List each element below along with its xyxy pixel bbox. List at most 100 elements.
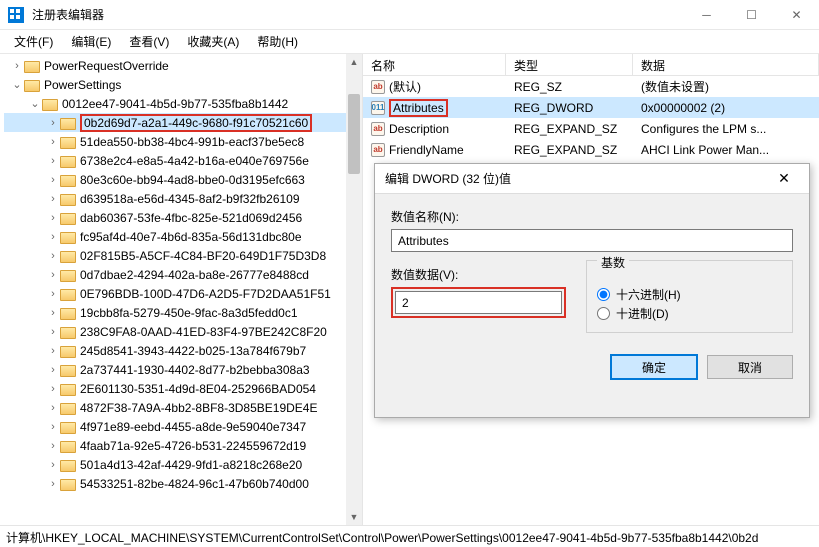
folder-icon	[60, 401, 76, 415]
expand-icon[interactable]: ›	[46, 174, 60, 186]
expand-icon[interactable]: ›	[46, 269, 60, 281]
tree-node[interactable]: ›0E796BDB-100D-47D6-A2D5-F7D2DAA51F51	[4, 284, 362, 303]
value-data: 0x00000002 (2)	[633, 101, 819, 115]
expand-icon[interactable]: ›	[46, 231, 60, 243]
close-button[interactable]: ✕	[774, 0, 819, 29]
node-label: 4872F38-7A9A-4bb2-8BF8-3D85BE19DE4E	[78, 401, 319, 415]
tree-node[interactable]: ›4faab71a-92e5-4726-b531-224559672d19	[4, 436, 362, 455]
col-data[interactable]: 数据	[633, 54, 819, 75]
expand-icon[interactable]: ›	[46, 440, 60, 452]
value-icon: 011	[371, 101, 385, 115]
folder-icon	[60, 154, 76, 168]
value-row[interactable]: abDescriptionREG_EXPAND_SZConfigures the…	[363, 118, 819, 139]
node-label: 80e3c60e-bb94-4ad8-bbe0-0d3195efc663	[78, 173, 307, 187]
tree-node[interactable]: › 0d7dbae2-4294-402a-ba8e-26777e8488cd	[4, 265, 362, 284]
radix-group: 基数 十六进制(H) 十进制(D)	[586, 260, 793, 333]
folder-icon	[60, 325, 76, 339]
tree-node[interactable]: ⌄0012ee47-9041-4b5d-9b77-535fba8b1442	[4, 94, 362, 113]
node-label: d639518a-e56d-4345-8af2-b9f32fb26109	[78, 192, 302, 206]
tree-node[interactable]: › 4f971e89-eebd-4455-a8de-9e59040e7347	[4, 417, 362, 436]
col-name[interactable]: 名称	[363, 54, 506, 75]
maximize-button[interactable]: ☐	[729, 0, 774, 29]
minimize-button[interactable]: ─	[684, 0, 729, 29]
tree-node[interactable]: › 80e3c60e-bb94-4ad8-bbe0-0d3195efc663	[4, 170, 362, 189]
value-row[interactable]: 011AttributesREG_DWORD0x00000002 (2)	[363, 97, 819, 118]
value-row[interactable]: ab(默认)REG_SZ(数值未设置)	[363, 76, 819, 97]
radix-hex-option[interactable]: 十六进制(H)	[597, 286, 782, 303]
tree-node[interactable]: ›6738e2c4-e8a5-4a42-b16a-e040e769756e	[4, 151, 362, 170]
expand-icon[interactable]: ›	[46, 288, 60, 300]
dialog-close-button[interactable]: ✕	[769, 170, 799, 187]
folder-icon	[60, 363, 76, 377]
tree-scrollbar[interactable]: ▲ ▼	[346, 54, 362, 525]
ok-button[interactable]: 确定	[611, 355, 697, 379]
expand-icon[interactable]: ›	[46, 136, 60, 148]
value-icon: ab	[371, 80, 385, 94]
value-name-input[interactable]	[391, 229, 793, 252]
value-data-input[interactable]	[395, 291, 562, 314]
node-label: dab60367-53fe-4fbc-825e-521d069d2456	[78, 211, 304, 225]
node-label: 245d8541-3943-4422-b025-13a784f679b7	[78, 344, 308, 358]
scroll-down-icon[interactable]: ▼	[346, 509, 362, 525]
folder-icon	[60, 249, 76, 263]
folder-icon	[60, 211, 76, 225]
expand-icon[interactable]: ›	[46, 212, 60, 224]
node-label: 54533251-82be-4824-96c1-47b60b740d00	[78, 477, 311, 491]
tree-pane[interactable]: ›PowerRequestOverride⌄PowerSettings⌄0012…	[0, 54, 363, 525]
expand-icon[interactable]: ›	[46, 478, 60, 490]
scroll-thumb[interactable]	[348, 94, 360, 174]
expand-icon[interactable]: ⌄	[28, 97, 42, 110]
expand-icon[interactable]: ›	[46, 193, 60, 205]
tree-node[interactable]: › 54533251-82be-4824-96c1-47b60b740d00	[4, 474, 362, 493]
expand-icon[interactable]: ›	[46, 117, 60, 129]
col-type[interactable]: 类型	[506, 54, 633, 75]
menu-view[interactable]: 查看(V)	[121, 31, 177, 52]
tree-node[interactable]: ⌄PowerSettings	[4, 75, 362, 94]
tree-node[interactable]: › dab60367-53fe-4fbc-825e-521d069d2456	[4, 208, 362, 227]
tree-node[interactable]: ›0b2d69d7-a2a1-449c-9680-f91c70521c60	[4, 113, 362, 132]
expand-icon[interactable]: ›	[46, 155, 60, 167]
tree-node[interactable]: ›238C9FA8-0AAD-41ED-83F4-97BE242C8F20	[4, 322, 362, 341]
scroll-up-icon[interactable]: ▲	[346, 54, 362, 70]
tree-node[interactable]: › 4872F38-7A9A-4bb2-8BF8-3D85BE19DE4E	[4, 398, 362, 417]
expand-icon[interactable]: ›	[46, 250, 60, 262]
expand-icon[interactable]: ›	[46, 421, 60, 433]
node-label: 4f971e89-eebd-4455-a8de-9e59040e7347	[78, 420, 308, 434]
tree-node[interactable]: ›19cbb8fa-5279-450e-9fac-8a3d5fedd0c1	[4, 303, 362, 322]
node-label: 0d7dbae2-4294-402a-ba8e-26777e8488cd	[78, 268, 311, 282]
menu-help[interactable]: 帮助(H)	[249, 31, 306, 52]
value-type: REG_DWORD	[506, 101, 633, 115]
expand-icon[interactable]: ›	[46, 402, 60, 414]
tree-node[interactable]: ›2E601130-5351-4d9d-8E04-252966BAD054	[4, 379, 362, 398]
tree-node[interactable]: › 51dea550-bb38-4bc4-991b-eacf37be5ec8	[4, 132, 362, 151]
menu-file[interactable]: 文件(F)	[6, 31, 61, 52]
expand-icon[interactable]: ›	[46, 345, 60, 357]
dialog-title: 编辑 DWORD (32 位)值	[385, 170, 769, 187]
tree-node[interactable]: › 501a4d13-42af-4429-9fd1-a8218c268e20	[4, 455, 362, 474]
tree-node[interactable]: ›PowerRequestOverride	[4, 56, 362, 75]
tree-node[interactable]: ›fc95af4d-40e7-4b6d-835a-56d131dbc80e	[4, 227, 362, 246]
value-row[interactable]: abFriendlyNameREG_EXPAND_SZAHCI Link Pow…	[363, 139, 819, 160]
tree-node[interactable]: ›02F815B5-A5CF-4C84-BF20-649D1F75D3D8	[4, 246, 362, 265]
tree-node[interactable]: › 245d8541-3943-4422-b025-13a784f679b7	[4, 341, 362, 360]
edit-dword-dialog: 编辑 DWORD (32 位)值 ✕ 数值名称(N): 数值数据(V): 基数 …	[374, 163, 810, 418]
menu-favorites[interactable]: 收藏夹(A)	[179, 31, 247, 52]
node-label: 501a4d13-42af-4429-9fd1-a8218c268e20	[78, 458, 304, 472]
expand-icon[interactable]: ›	[46, 459, 60, 471]
cancel-button[interactable]: 取消	[707, 355, 793, 379]
expand-icon[interactable]: ›	[46, 364, 60, 376]
radix-dec-option[interactable]: 十进制(D)	[597, 305, 782, 322]
expand-icon[interactable]: ›	[46, 383, 60, 395]
node-label: 51dea550-bb38-4bc4-991b-eacf37be5ec8	[78, 135, 306, 149]
folder-icon	[60, 268, 76, 282]
expand-icon[interactable]: ›	[46, 307, 60, 319]
value-type: REG_SZ	[506, 80, 633, 94]
tree-node[interactable]: › d639518a-e56d-4345-8af2-b9f32fb26109	[4, 189, 362, 208]
tree-node[interactable]: ›2a737441-1930-4402-8d77-b2bebba308a3	[4, 360, 362, 379]
menu-edit[interactable]: 编辑(E)	[63, 31, 119, 52]
expand-icon[interactable]: ⌄	[10, 78, 24, 91]
expand-icon[interactable]: ›	[10, 60, 24, 72]
radix-hex-radio[interactable]	[597, 288, 610, 301]
expand-icon[interactable]: ›	[46, 326, 60, 338]
radix-dec-radio[interactable]	[597, 307, 610, 320]
